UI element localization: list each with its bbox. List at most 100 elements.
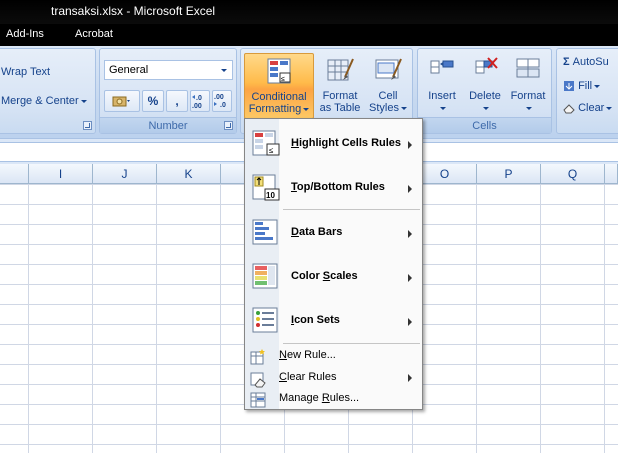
column-header-q[interactable]: Q [541, 164, 605, 184]
new-rule-icon [250, 349, 265, 365]
number-format-select[interactable]: General [104, 60, 233, 80]
accel-key: N [279, 349, 287, 361]
menu-item-icon-sets[interactable]: Icon Sets [245, 300, 422, 340]
label-pre: Color [291, 270, 323, 282]
format-cells-label: Format [510, 90, 546, 102]
increase-decimal-button[interactable]: .0 .00 [190, 90, 210, 112]
cell-styles-label-1: Cell [378, 90, 398, 102]
accel-key: H [291, 137, 299, 149]
delete-button[interactable]: Delete [464, 53, 506, 119]
submenu-arrow-icon [408, 230, 412, 238]
format-as-table-label-2: as Table [319, 102, 361, 114]
format-as-table-label-1: Format [322, 90, 358, 102]
column-header-right[interactable] [605, 164, 618, 184]
format-as-table-icon [327, 58, 354, 81]
cell-styles-button[interactable]: Cell Styles [367, 53, 409, 119]
clear-button[interactable]: Clear [563, 102, 613, 114]
clear-rules-label: Clear Rules [279, 371, 336, 383]
percent-style-button[interactable]: % [142, 90, 164, 112]
delete-label: Delete [469, 90, 501, 102]
submenu-arrow-icon [408, 185, 412, 193]
menu-item-top-bottom-rules[interactable]: 10 Top/Bottom Rules [245, 167, 422, 207]
delete-cells-icon [475, 57, 498, 74]
clear-rules-icon [250, 372, 266, 388]
column-header-i[interactable]: I [29, 164, 93, 184]
number-format-value: General [109, 64, 149, 76]
grid-line [220, 184, 221, 453]
merge-center-button[interactable]: Merge & Center [1, 95, 87, 107]
menu-item-clear-rules[interactable]: Clear Rules [245, 368, 422, 389]
wrap-text-button[interactable]: Wrap Text [1, 66, 50, 78]
manage-rules-label: Manage Rules... [279, 392, 359, 404]
column-header-left[interactable] [0, 164, 29, 184]
number-dialog-launcher-icon[interactable] [224, 121, 233, 130]
submenu-arrow-icon [408, 274, 412, 282]
grid-line [92, 184, 93, 453]
fill-down-icon [564, 81, 574, 92]
highlight-cells-rules-icon: ≤ [252, 130, 280, 156]
color-scales-label: Color Scales [291, 270, 358, 282]
column-header-j[interactable]: J [93, 164, 157, 184]
menu-item-new-rule[interactable]: New Rule... [245, 346, 422, 367]
autosum-label: AutoSu [572, 56, 609, 68]
submenu-arrow-icon [408, 318, 412, 326]
merge-center-label: Merge & Center [1, 95, 79, 107]
svg-text:≤: ≤ [281, 76, 285, 83]
conditional-formatting-button[interactable]: ≤ Conditional Formatting [244, 53, 314, 119]
menu-item-color-scales[interactable]: Color Scales [245, 256, 422, 296]
chevron-down-icon [80, 99, 87, 103]
chevron-down-icon [483, 106, 489, 110]
grid-line [476, 184, 477, 453]
label-rest: op/Bottom Rules [296, 181, 385, 193]
accounting-format-button[interactable] [104, 90, 140, 112]
number-group: General % , .0 .00 .00 .0 Number [99, 48, 237, 134]
menu-item-highlight-cells-rules[interactable]: ≤ Highlight Cells Rules [245, 123, 422, 163]
alignment-dialog-launcher-icon[interactable] [83, 121, 92, 130]
menu-item-manage-rules[interactable]: Manage Rules... [245, 389, 422, 410]
autosum-button[interactable]: Σ AutoSu [563, 56, 609, 68]
accel-key: R [321, 392, 330, 404]
column-header-k[interactable]: K [157, 164, 221, 184]
svg-text:.00: .00 [192, 103, 202, 110]
grid-line [156, 184, 157, 453]
submenu-arrow-icon [408, 374, 412, 382]
chevron-down-icon [594, 84, 601, 88]
decrease-decimal-button[interactable]: .00 .0 [212, 90, 232, 112]
menu-separator [283, 343, 420, 344]
label-rest: ules... [329, 392, 360, 404]
format-as-table-button[interactable]: Format as Table [316, 53, 364, 122]
increase-decimal-icon: .0 .00 [192, 95, 202, 110]
insert-button[interactable]: Insert [420, 53, 464, 119]
conditional-formatting-label-2: Formatting [248, 103, 302, 115]
currency-icon [112, 96, 130, 107]
svg-text:≤: ≤ [269, 146, 274, 155]
number-group-label: Number [100, 117, 236, 133]
grid-line [28, 184, 29, 453]
clear-label: Clear [578, 102, 605, 114]
svg-text:.0: .0 [196, 95, 202, 102]
icon-sets-icon [252, 307, 278, 333]
conditional-formatting-label-1: Conditional [251, 91, 307, 103]
label-rest: ighlight Cells Rules [298, 137, 402, 149]
top-bottom-rules-icon: 10 [252, 174, 280, 201]
chevron-down-icon [526, 106, 532, 110]
svg-text:.0: .0 [220, 102, 226, 109]
data-bars-icon [252, 219, 278, 245]
label-rest: ew Rule... [286, 349, 336, 361]
column-header-p[interactable]: P [477, 164, 541, 184]
label-rest: lear Rules [286, 371, 337, 383]
icon-sets-label: Icon Sets [291, 314, 340, 326]
cells-group: Insert Delete Format Cells [417, 48, 552, 134]
chevron-down-icon [400, 106, 407, 110]
comma-style-button[interactable]: , [166, 90, 188, 112]
label-pre: Manage [279, 392, 322, 404]
alignment-group: Wrap Text Merge & Center [0, 48, 96, 134]
highlight-cells-rules-label: Highlight Cells Rules [291, 137, 401, 149]
svg-text:.00: .00 [214, 94, 224, 101]
format-cells-button[interactable]: Format [506, 53, 550, 119]
grid-line [540, 184, 541, 453]
tab-add-ins[interactable]: Add-Ins [6, 28, 44, 40]
menu-item-data-bars[interactable]: Data Bars [245, 212, 422, 252]
fill-button[interactable]: Fill [563, 80, 601, 92]
tab-acrobat[interactable]: Acrobat [75, 28, 113, 40]
